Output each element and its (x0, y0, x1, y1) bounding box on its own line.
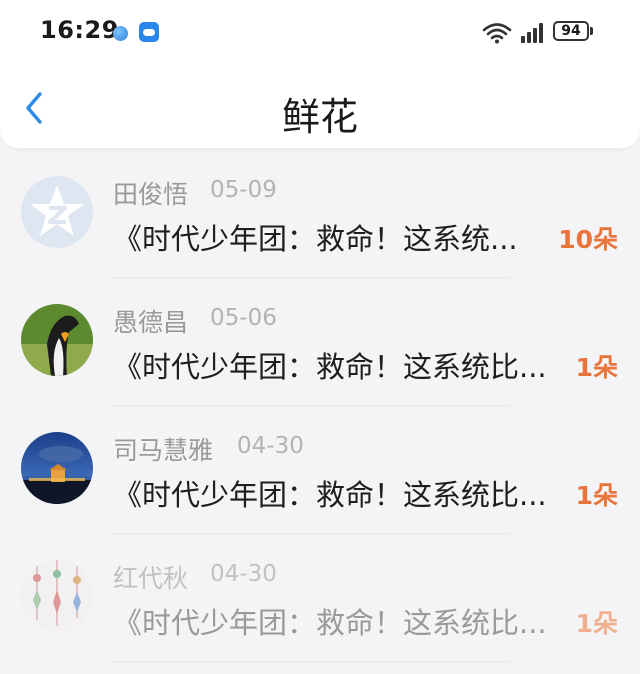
battery-tip (590, 27, 593, 35)
wifi-icon (482, 23, 512, 44)
sender-name: 红代秋 (113, 564, 189, 593)
night-cityscape-avatar[interactable] (21, 432, 93, 504)
signal-icon (521, 23, 543, 43)
flower-count: 1朵 (575, 481, 618, 510)
book-title: 《时代少年团：救命！这系统比... (113, 606, 547, 640)
list-item[interactable]: 田俊悟 05-09 《时代少年团：救命！这系统... 10朵 (0, 150, 640, 278)
sent-date: 04-30 (210, 561, 277, 587)
browser-icon (113, 26, 128, 41)
battery-icon: 94 (553, 21, 589, 41)
divider (113, 661, 510, 662)
hanging-ornaments-avatar[interactable] (21, 560, 93, 632)
list-item[interactable]: 司马慧雅 04-30 《时代少年团：救命！这系统比... 1朵 (0, 406, 640, 534)
weather-app-icon (139, 22, 159, 42)
sent-date: 04-30 (237, 433, 304, 459)
book-title: 《时代少年团：救命！这系统比... (113, 478, 547, 512)
penguin-photo-avatar[interactable] (21, 304, 93, 376)
qzone-star-avatar[interactable] (21, 176, 93, 248)
sent-date: 05-06 (210, 305, 277, 331)
flower-count: 10朵 (558, 225, 618, 254)
list-item[interactable]: 愚德昌 05-06 《时代少年团：救命！这系统比... 1朵 (0, 278, 640, 406)
status-time: 16:29 (40, 16, 119, 44)
status-bar: 16:29 94 (0, 0, 640, 66)
sent-date: 05-09 (210, 177, 277, 203)
flower-count: 1朵 (575, 353, 618, 382)
flower-record-list: 田俊悟 05-09 《时代少年团：救命！这系统... 10朵 愚德昌 05-06… (0, 150, 640, 662)
list-item[interactable]: 红代秋 04-30 《时代少年团：救命！这系统比... 1朵 (0, 534, 640, 662)
book-title: 《时代少年团：救命！这系统... (113, 222, 518, 256)
book-title: 《时代少年团：救命！这系统比... (113, 350, 547, 384)
sender-name: 田俊悟 (113, 180, 189, 209)
sender-name: 愚德昌 (113, 308, 189, 337)
page-title: 鲜花 (281, 95, 358, 139)
sender-name: 司马慧雅 (113, 436, 214, 465)
flower-count: 1朵 (575, 609, 618, 638)
nav-header: 鲜花 (0, 66, 640, 148)
